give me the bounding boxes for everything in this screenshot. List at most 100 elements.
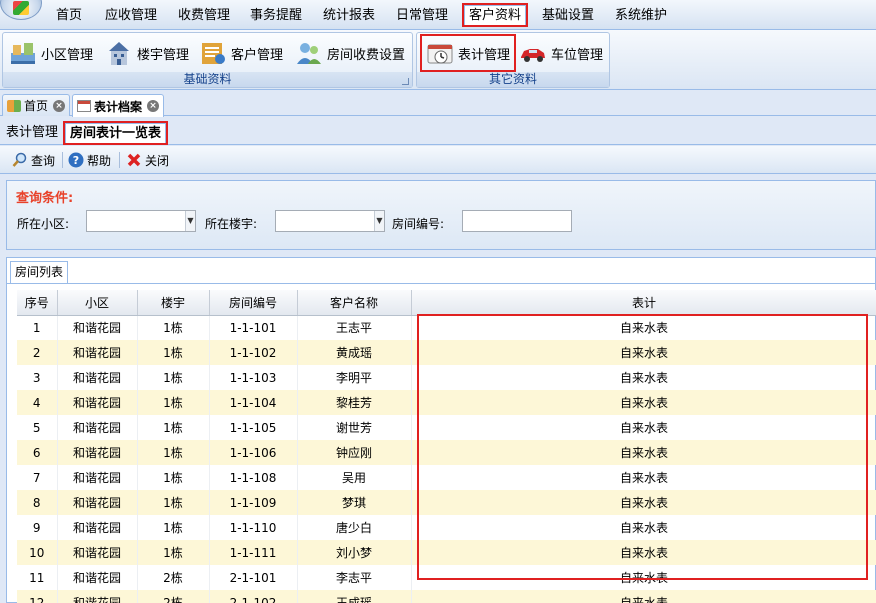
parking-management-button[interactable]: 车位管理 — [519, 37, 603, 69]
column-header-community[interactable]: 小区 — [57, 290, 138, 316]
table-row[interactable]: 4 和谐花园 1栋 1-1-104 黎桂芳 自来水表 — [17, 390, 876, 415]
menu-charges[interactable]: 收费管理 — [178, 6, 230, 26]
cell-building: 1栋 — [137, 365, 210, 390]
ribbon: 小区管理 楼宇管理 客户管理 房间收费设置 基础资料 表计管理 车位管理 其它资… — [0, 30, 876, 90]
table-row[interactable]: 7 和谐花园 1栋 1-1-108 吴用 自来水表 — [17, 465, 876, 490]
cell-customer-name: 李明平 — [297, 365, 412, 390]
cell-meter: 自来水表 — [411, 340, 876, 365]
cell-community: 和谐花园 — [57, 415, 138, 440]
doc-tab-home[interactable]: 首页 × — [2, 94, 71, 116]
tab-room-list[interactable]: 房间列表 — [10, 261, 69, 283]
menu-daily[interactable]: 日常管理 — [396, 6, 448, 26]
cell-community: 和谐花园 — [57, 440, 138, 465]
cell-index: 10 — [17, 540, 58, 565]
close-button[interactable]: 关闭 — [126, 151, 169, 169]
customer-button[interactable]: 客户管理 — [199, 37, 283, 69]
column-header-meter[interactable]: 表计 — [411, 290, 876, 316]
cell-meter: 自来水表 — [411, 540, 876, 565]
cell-meter: 自来水表 — [411, 440, 876, 465]
table-row[interactable]: 6 和谐花园 1栋 1-1-106 钟应刚 自来水表 — [17, 440, 876, 465]
room-number-input[interactable] — [462, 210, 572, 232]
community-select[interactable]: ▼ — [86, 210, 196, 232]
menu-basic-settings[interactable]: 基础设置 — [542, 6, 594, 26]
meter-management-label: 表计管理 — [458, 47, 511, 63]
building-label: 楼宇管理 — [137, 47, 190, 63]
meter-management-button[interactable]: 表计管理 — [419, 34, 517, 72]
menu-reminders[interactable]: 事务提醒 — [250, 6, 302, 26]
menu-home[interactable]: 首页 — [56, 6, 82, 26]
cell-meter: 自来水表 — [411, 465, 876, 490]
table-row[interactable]: 12 和谐花园 2栋 2-1-102 王成瑶 自来水表 — [17, 590, 876, 603]
app-logo-icon — [13, 1, 29, 15]
cell-meter: 自来水表 — [411, 365, 876, 390]
column-header-index[interactable]: 序号 — [17, 290, 58, 316]
menu-receivables[interactable]: 应收管理 — [105, 6, 157, 26]
help-button[interactable]: ? 帮助 — [68, 151, 111, 169]
tab-meter-management[interactable]: 表计管理 — [2, 123, 62, 143]
app-menu-button[interactable] — [0, 0, 42, 20]
car-icon — [519, 39, 547, 67]
table-row[interactable]: 11 和谐花园 2栋 2-1-101 李志平 自来水表 — [17, 565, 876, 590]
query-button[interactable]: 查询 — [12, 151, 55, 169]
cell-index: 8 — [17, 490, 58, 515]
table-row[interactable]: 10 和谐花园 1栋 1-1-111 刘小梦 自来水表 — [17, 540, 876, 565]
close-icon[interactable]: × — [147, 100, 160, 112]
cell-index: 3 — [17, 365, 58, 390]
cell-building: 1栋 — [137, 540, 210, 565]
table-row[interactable]: 1 和谐花园 1栋 1-1-101 王志平 自来水表 — [17, 315, 876, 340]
cell-building: 2栋 — [137, 565, 210, 590]
dialog-launcher-icon[interactable] — [402, 78, 409, 85]
close-icon[interactable]: × — [53, 99, 66, 112]
menu-customer-data[interactable]: 客户资料 — [461, 3, 529, 27]
cell-customer-name: 钟应刚 — [297, 440, 412, 465]
customer-label: 客户管理 — [231, 47, 284, 63]
doc-tab-meter-archive[interactable]: 表计档案 × — [72, 94, 165, 117]
community-button[interactable]: 小区管理 — [9, 37, 93, 69]
menu-reports[interactable]: 统计报表 — [323, 6, 375, 26]
tab-room-meter-list[interactable]: 房间表计一览表 — [62, 121, 169, 145]
cell-meter: 自来水表 — [411, 515, 876, 540]
chevron-down-icon[interactable]: ▼ — [374, 211, 384, 231]
cell-index: 5 — [17, 415, 58, 440]
building-filter-label: 所在楼宇: — [205, 217, 258, 231]
toolbar: 查询 ? 帮助 关闭 — [0, 146, 876, 174]
people-icon — [295, 39, 323, 67]
cell-building: 1栋 — [137, 515, 210, 540]
cell-index: 12 — [17, 590, 58, 603]
table-row[interactable]: 3 和谐花园 1栋 1-1-103 李明平 自来水表 — [17, 365, 876, 390]
doc-tab-meter-archive-label: 表计档案 — [94, 99, 143, 114]
column-header-customer-name[interactable]: 客户名称 — [297, 290, 412, 316]
room-fee-settings-button[interactable]: 房间收费设置 — [295, 37, 405, 69]
cell-room-number: 1-1-111 — [209, 540, 298, 565]
cell-customer-name: 王成瑶 — [297, 590, 412, 603]
table-row[interactable]: 9 和谐花园 1栋 1-1-110 唐少白 自来水表 — [17, 515, 876, 540]
cell-meter: 自来水表 — [411, 565, 876, 590]
menu-system[interactable]: 系统维护 — [615, 6, 667, 26]
query-title: 查询条件: — [16, 191, 74, 206]
building-button[interactable]: 楼宇管理 — [105, 37, 189, 69]
parking-management-label: 车位管理 — [551, 47, 604, 63]
column-header-building[interactable]: 楼宇 — [137, 290, 210, 316]
chevron-down-icon[interactable]: ▼ — [185, 211, 195, 231]
column-header-room-number[interactable]: 房间编号 — [209, 290, 298, 316]
cell-community: 和谐花园 — [57, 565, 138, 590]
cell-building: 1栋 — [137, 465, 210, 490]
cell-room-number: 1-1-108 — [209, 465, 298, 490]
cell-index: 4 — [17, 390, 58, 415]
building-select[interactable]: ▼ — [275, 210, 385, 232]
doc-tab-home-label: 首页 — [24, 99, 49, 113]
table-row[interactable]: 8 和谐花园 1栋 1-1-109 梦琪 自来水表 — [17, 490, 876, 515]
cell-index: 9 — [17, 515, 58, 540]
query-label: 查询 — [31, 153, 56, 168]
cell-building: 1栋 — [137, 440, 210, 465]
cell-community: 和谐花园 — [57, 365, 138, 390]
cell-building: 1栋 — [137, 315, 210, 340]
cell-customer-name: 王志平 — [297, 315, 412, 340]
cell-community: 和谐花园 — [57, 465, 138, 490]
table-row[interactable]: 5 和谐花园 1栋 1-1-105 谢世芳 自来水表 — [17, 415, 876, 440]
ribbon-group-basic: 小区管理 楼宇管理 客户管理 房间收费设置 基础资料 — [2, 32, 413, 88]
cell-index: 1 — [17, 315, 58, 340]
cell-room-number: 1-1-101 — [209, 315, 298, 340]
cell-building: 2栋 — [137, 590, 210, 603]
table-row[interactable]: 2 和谐花园 1栋 1-1-102 黄成瑶 自来水表 — [17, 340, 876, 365]
